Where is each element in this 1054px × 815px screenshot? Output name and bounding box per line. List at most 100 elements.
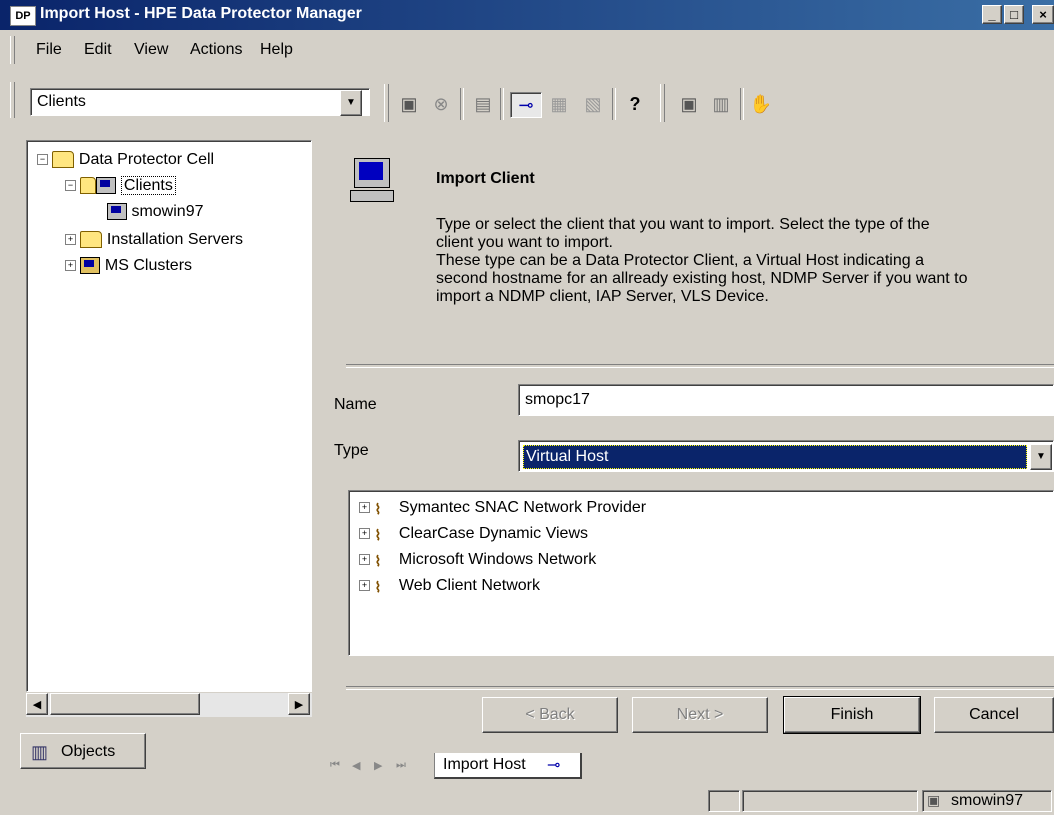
menu-edit[interactable]: Edit <box>84 41 112 59</box>
list-item[interactable]: + ⌇ Web Client Network <box>359 577 540 595</box>
toolbar-grip-3 <box>660 84 665 122</box>
network-label: Microsoft Windows Network <box>398 551 597 568</box>
first-tab-icon[interactable]: ⏮ <box>330 759 340 772</box>
tree-item-clients[interactable]: − Clients <box>65 176 176 195</box>
list-item[interactable]: + ⌇ ClearCase Dynamic Views <box>359 525 588 543</box>
cancel-button[interactable]: Cancel <box>934 697 1054 733</box>
objects-icon: ▥ <box>31 742 49 762</box>
tree-item-label: MS Clusters <box>104 257 193 274</box>
network-icon: ⌇ <box>374 578 382 595</box>
toolbar-separator <box>500 88 504 120</box>
wizard-description-line-4: second hostname for an allready existing… <box>436 270 968 287</box>
context-value: Clients <box>37 93 86 110</box>
folder-icon <box>80 177 97 195</box>
menu-help[interactable]: Help <box>260 41 293 59</box>
list-item[interactable]: + ⌇ Microsoft Windows Network <box>359 551 596 569</box>
host-icon: ▣ <box>927 792 941 808</box>
tab-import-host-label: Import Host <box>443 756 526 773</box>
tree-item-smowin97[interactable]: smowin97 <box>107 203 203 221</box>
expand-icon[interactable]: + <box>65 234 76 246</box>
title-bar[interactable]: DP Import Host - HPE Data Protector Mana… <box>0 0 1054 30</box>
scroll-right-button[interactable]: ▶ <box>288 693 310 715</box>
wizard-description-line-1: Type or select the client that you want … <box>436 216 930 233</box>
status-panel-2 <box>742 790 918 812</box>
network-label: Symantec SNAC Network Provider <box>398 499 647 516</box>
computer-icon <box>107 203 127 221</box>
context-dropdown-button[interactable]: ▼ <box>340 90 362 116</box>
tree-root[interactable]: − Data Protector Cell <box>37 151 214 169</box>
app-icon: DP <box>10 6 36 26</box>
prev-tab-icon[interactable]: ◀ <box>352 759 360 772</box>
network-icon: ⌇ <box>374 526 382 543</box>
tab-import-host[interactable]: Import Host ⊸ <box>434 753 582 779</box>
list-item[interactable]: + ⌇ Symantec SNAC Network Provider <box>359 499 646 517</box>
menu-actions[interactable]: Actions <box>190 41 242 59</box>
help-icon[interactable]: ? <box>622 92 648 116</box>
name-label: Name <box>334 396 377 413</box>
wizard-divider <box>346 364 1054 368</box>
tab-objects-label: Objects <box>61 743 116 760</box>
button-divider <box>346 686 1054 690</box>
back-button[interactable]: < Back <box>482 697 618 733</box>
minimize-button[interactable]: _ <box>982 5 1002 24</box>
toolbar-separator <box>740 88 744 120</box>
maximize-button[interactable]: □ <box>1004 5 1024 24</box>
new-cluster-icon[interactable]: ▥ <box>708 92 734 116</box>
scroll-left-button[interactable]: ◀ <box>26 693 48 715</box>
last-tab-icon[interactable]: ⏭ <box>396 759 406 772</box>
tree-item-ms-clusters[interactable]: + MS Clusters <box>65 257 192 275</box>
tree-item-installation-servers[interactable]: + Installation Servers <box>65 231 243 249</box>
tree-horizontal-scrollbar[interactable]: ◀ ▶ <box>26 693 312 717</box>
type-dropdown-button[interactable]: ▼ <box>1030 444 1052 470</box>
pin-icon[interactable]: ⊸ <box>547 755 560 775</box>
next-button[interactable]: Next > <box>632 697 768 733</box>
expand-icon[interactable]: + <box>359 554 370 566</box>
folder-icon <box>80 231 103 249</box>
pin-icon[interactable]: ⊸ <box>510 92 542 118</box>
stop-icon[interactable]: ⊗ <box>428 92 454 116</box>
expand-icon[interactable]: + <box>359 502 370 514</box>
context-combobox[interactable]: Clients <box>30 88 370 116</box>
folder-icon <box>52 151 75 169</box>
close-button[interactable]: × <box>1032 5 1054 24</box>
new-client-icon[interactable]: ▣ <box>676 92 702 116</box>
scoping-tree[interactable]: − Data Protector Cell − Clients smowin97… <box>26 140 312 692</box>
import-client-icon <box>350 158 394 204</box>
tab-objects[interactable]: ▥ Objects <box>20 733 146 769</box>
wizard-title: Import Client <box>436 170 535 187</box>
network-label: ClearCase Dynamic Views <box>398 525 589 542</box>
toolbar-grip-2 <box>384 84 389 122</box>
menu-view[interactable]: View <box>134 41 168 59</box>
status-panel-host: ▣ smowin97 <box>922 790 1052 812</box>
window-icon[interactable]: ▤ <box>470 92 496 116</box>
wizard-description-line-2: client you want to import. <box>436 234 613 251</box>
type-select-value: Virtual Host <box>526 448 609 465</box>
clients-icon[interactable]: ▣ <box>396 92 422 116</box>
type-label: Type <box>334 442 369 459</box>
status-panel-1 <box>708 790 740 812</box>
expand-icon[interactable]: + <box>359 528 370 540</box>
expand-icon[interactable]: + <box>65 260 76 272</box>
status-host: smowin97 <box>951 792 1024 809</box>
list-icon[interactable]: ▦ <box>546 92 572 116</box>
toolbar-grip[interactable] <box>10 82 15 118</box>
computer-icon <box>96 177 117 195</box>
hand-icon[interactable]: ✋ <box>748 92 774 116</box>
menu-bar: File Edit View Actions Help <box>0 32 1054 68</box>
network-list[interactable]: + ⌇ Symantec SNAC Network Provider + ⌇ C… <box>348 490 1054 656</box>
name-input[interactable]: smopc17 <box>518 384 1054 416</box>
window-title: Import Host - HPE Data Protector Manager <box>40 5 362 22</box>
finish-button[interactable]: Finish <box>783 696 921 734</box>
type-select[interactable]: Virtual Host <box>518 440 1054 472</box>
menu-file[interactable]: File <box>36 41 62 59</box>
menu-grip[interactable] <box>10 36 15 64</box>
tab-strip: ⏮ ◀ ▶ ⏭ <box>322 753 1054 781</box>
expand-icon[interactable]: + <box>359 580 370 592</box>
properties-icon[interactable]: ▧ <box>580 92 606 116</box>
network-icon: ⌇ <box>374 552 382 569</box>
collapse-icon[interactable]: − <box>65 180 76 192</box>
next-tab-icon[interactable]: ▶ <box>374 759 382 772</box>
collapse-icon[interactable]: − <box>37 154 48 166</box>
scroll-thumb[interactable] <box>50 693 200 715</box>
tree-item-label: Installation Servers <box>106 231 243 248</box>
